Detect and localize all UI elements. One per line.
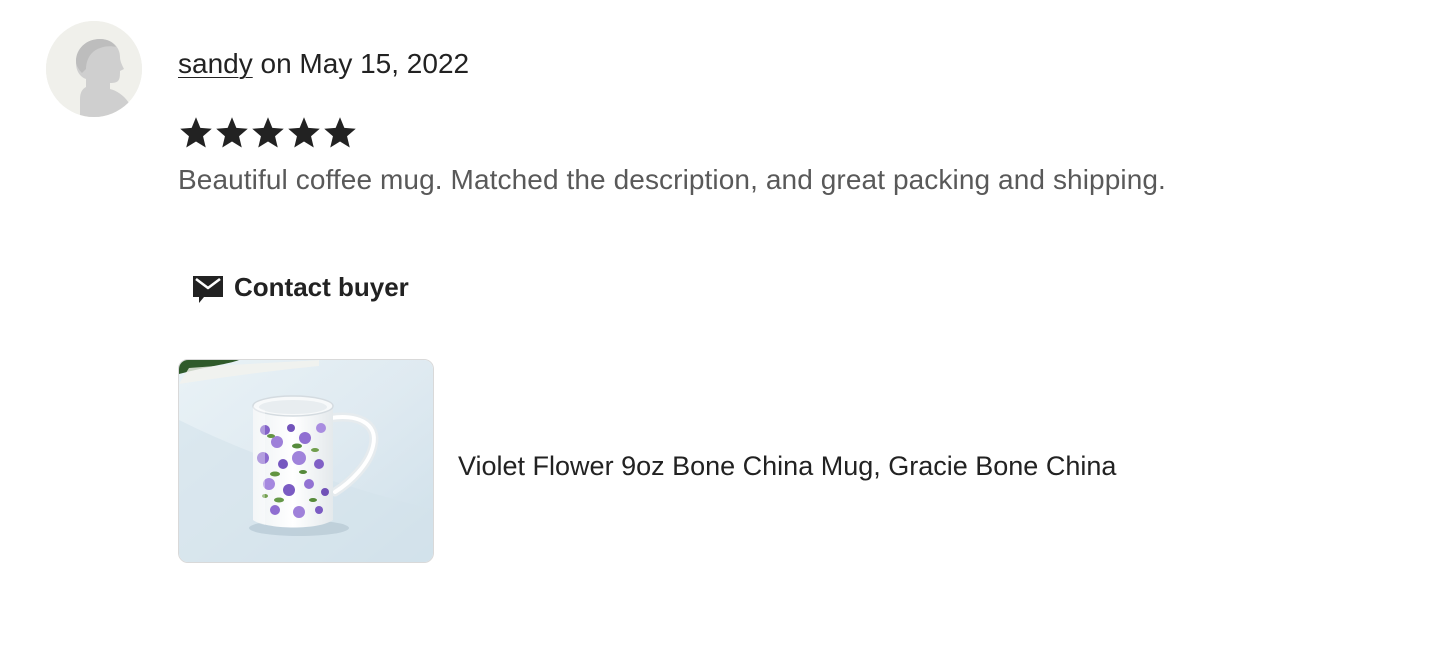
star-icon	[252, 117, 284, 148]
listing-title-link[interactable]: Violet Flower 9oz Bone China Mug, Gracie…	[458, 446, 1116, 486]
default-avatar-icon	[46, 21, 142, 117]
star-icon	[288, 117, 320, 148]
listing-thumbnail[interactable]	[178, 359, 434, 563]
reviewer-avatar	[46, 21, 142, 117]
review-text: Beautiful coffee mug. Matched the descri…	[178, 164, 1166, 195]
star-rating	[178, 114, 358, 152]
star-icon	[324, 117, 356, 148]
star-icon	[180, 117, 212, 148]
contact-buyer-button[interactable]: Contact buyer	[178, 262, 423, 312]
review-byline: sandy on May 15, 2022	[178, 44, 469, 84]
reviewer-name-link[interactable]: sandy	[178, 48, 253, 79]
contact-buyer-label: Contact buyer	[234, 271, 409, 302]
mug-photo	[179, 360, 433, 562]
envelope-message-icon	[193, 276, 223, 303]
star-icon	[216, 117, 248, 148]
review-date: on May 15, 2022	[252, 48, 470, 79]
